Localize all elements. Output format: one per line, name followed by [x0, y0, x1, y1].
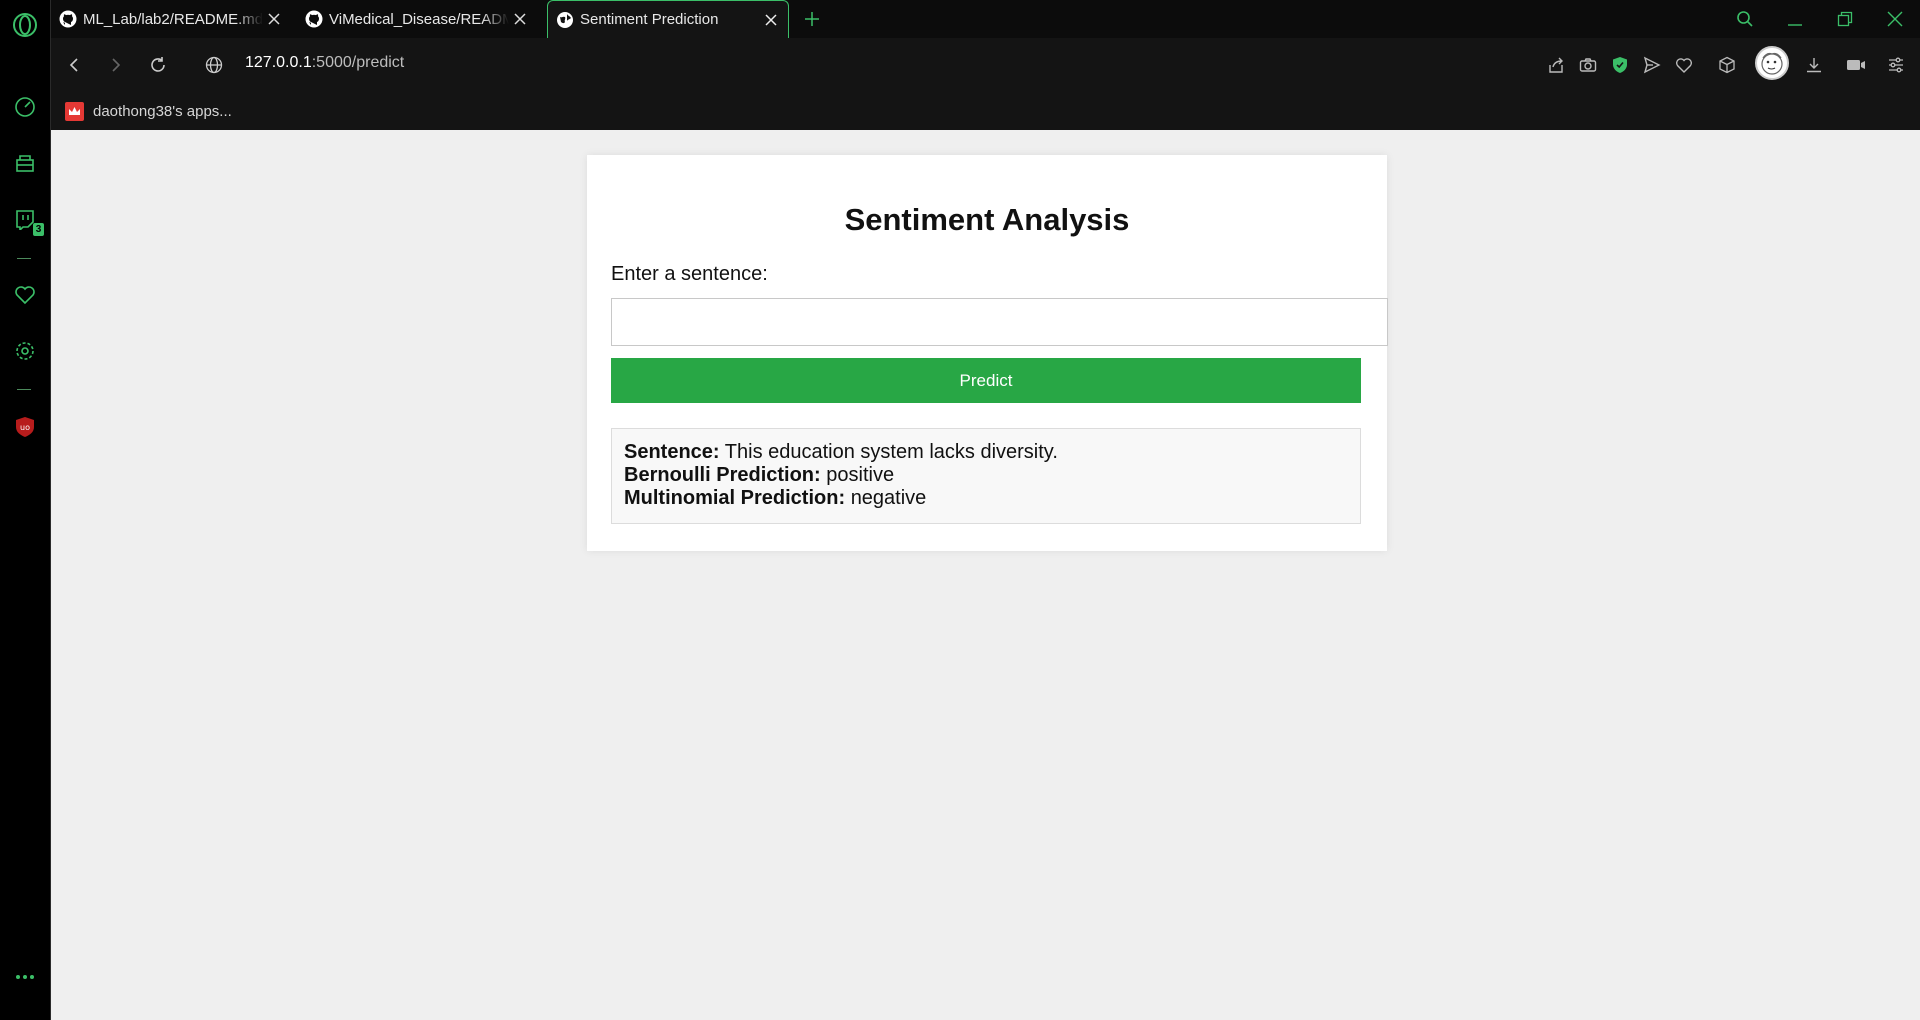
sidebar-divider	[17, 258, 31, 259]
bernoulli-label: Bernoulli Prediction:	[624, 464, 821, 486]
page-viewport: Sentiment Analysis Enter a sentence: Pre…	[51, 130, 1920, 1020]
tab-strip: ML_Lab/lab2/README.md at ... ViMedical_D…	[51, 0, 1920, 38]
downloads-icon[interactable]	[1801, 52, 1827, 78]
github-icon	[59, 10, 77, 28]
predict-button[interactable]: Predict	[611, 358, 1361, 403]
reload-icon[interactable]	[145, 52, 171, 78]
heart-icon[interactable]	[12, 282, 38, 308]
tab-title: Sentiment Prediction	[580, 11, 719, 28]
sentence-input[interactable]	[611, 298, 1388, 346]
new-tab-button[interactable]	[797, 0, 827, 38]
tab-sentiment-prediction[interactable]: Sentiment Prediction	[547, 0, 789, 38]
tab-title: ViMedical_Disease/README...	[329, 10, 509, 28]
sentence-result-value: This education system lacks diversity.	[724, 441, 1058, 463]
extensions-cube-icon[interactable]	[1714, 52, 1740, 78]
bookmarks-bar: daothong38's apps...	[51, 92, 1920, 130]
vpn-shield-icon[interactable]	[1607, 52, 1633, 78]
url-host: 127.0.0.1	[245, 54, 312, 71]
send-icon[interactable]	[1639, 52, 1665, 78]
close-icon[interactable]	[509, 8, 531, 30]
share-icon[interactable]	[1543, 52, 1569, 78]
globe-icon	[556, 11, 574, 29]
multinomial-value: negative	[850, 487, 927, 509]
twitch-badge: 3	[33, 223, 44, 236]
sidebar-divider	[17, 389, 31, 390]
tab-title: ML_Lab/lab2/README.md at ...	[83, 10, 263, 28]
page-title: Sentiment Analysis	[844, 202, 1130, 237]
multinomial-label: Multinomial Prediction:	[624, 487, 846, 509]
snapshot-camera-icon[interactable]	[1575, 52, 1601, 78]
profile-avatar[interactable]	[1755, 46, 1789, 80]
url-path: :5000/predict	[311, 54, 405, 71]
sentence-label: Enter a sentence:	[611, 263, 768, 285]
more-icon[interactable]	[12, 964, 38, 990]
svg-text:uo: uo	[20, 423, 30, 432]
back-icon[interactable]	[61, 52, 87, 78]
crown-icon	[65, 101, 84, 121]
close-window-icon[interactable]	[1875, 0, 1915, 38]
bookmark-item[interactable]: daothong38's apps...	[65, 100, 232, 122]
browser-sidebar: 3 uo	[0, 0, 51, 1020]
bookmark-label: daothong38's apps...	[93, 102, 232, 120]
close-icon[interactable]	[263, 8, 285, 30]
forward-icon[interactable]	[103, 52, 129, 78]
sentiment-card: Sentiment Analysis Enter a sentence: Pre…	[587, 155, 1388, 551]
result-sentence-row: Sentence: This education system lacks di…	[624, 441, 1348, 464]
address-bar: 127.0.0.1:5000/predict	[51, 38, 1920, 92]
tab-vimedical[interactable]: ViMedical_Disease/README...	[297, 0, 537, 38]
result-multinomial-row: Multinomial Prediction: negative	[624, 487, 1348, 510]
result-bernoulli-row: Bernoulli Prediction: positive	[624, 464, 1348, 487]
easy-setup-icon[interactable]	[1883, 52, 1909, 78]
prediction-result: Sentence: This education system lacks di…	[611, 428, 1361, 524]
sentence-result-label: Sentence:	[624, 441, 720, 463]
settings-icon[interactable]	[12, 338, 38, 364]
site-info-globe-icon[interactable]	[201, 52, 227, 78]
opera-logo-icon[interactable]	[12, 12, 38, 38]
workspaces-icon[interactable]	[12, 150, 38, 176]
ublock-icon[interactable]: uo	[12, 414, 38, 440]
search-tabs-icon[interactable]	[1725, 0, 1765, 38]
minimize-icon[interactable]	[1775, 0, 1815, 38]
speed-dial-icon[interactable]	[12, 94, 38, 120]
restore-icon[interactable]	[1825, 0, 1865, 38]
url-field[interactable]: 127.0.0.1:5000/predict	[245, 54, 404, 72]
tab-ml-lab[interactable]: ML_Lab/lab2/README.md at ...	[51, 0, 291, 38]
bookmark-heart-icon[interactable]	[1671, 52, 1697, 78]
bernoulli-value: positive	[826, 464, 895, 486]
close-icon[interactable]	[760, 9, 782, 31]
github-icon	[305, 10, 323, 28]
video-popout-icon[interactable]	[1843, 52, 1869, 78]
